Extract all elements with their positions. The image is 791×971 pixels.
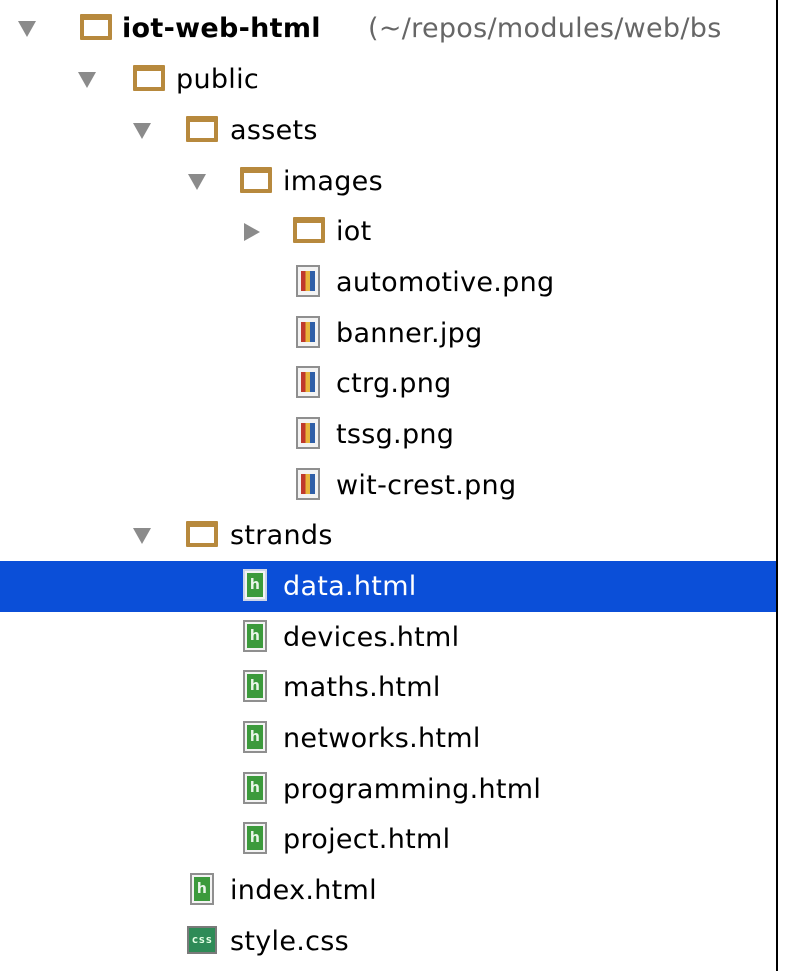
folder-label-iot: iot bbox=[336, 216, 372, 247]
html-file-icon bbox=[243, 569, 267, 601]
tree-row-devices[interactable]: devices.html bbox=[0, 612, 776, 663]
folder-icon bbox=[186, 116, 218, 142]
file-label-maths: maths.html bbox=[283, 672, 441, 703]
html-file-icon bbox=[190, 873, 214, 905]
folder-icon bbox=[293, 217, 325, 243]
html-file-icon bbox=[243, 670, 267, 702]
tree-row-index[interactable]: index.html bbox=[0, 865, 776, 916]
root-path-label: (~/repos/modules/web/bs bbox=[368, 13, 722, 44]
html-file-icon bbox=[243, 772, 267, 804]
tree-row-images[interactable]: images bbox=[0, 156, 776, 207]
folder-icon bbox=[80, 14, 112, 40]
triangle-right-icon[interactable] bbox=[244, 223, 260, 241]
tree-row-networks[interactable]: networks.html bbox=[0, 713, 776, 764]
triangle-down-icon[interactable] bbox=[133, 528, 151, 544]
file-label-automotive: automotive.png bbox=[336, 267, 555, 298]
file-label-devices: devices.html bbox=[283, 622, 460, 653]
html-file-icon bbox=[243, 620, 267, 652]
tree-row-maths[interactable]: maths.html bbox=[0, 662, 776, 713]
file-label-banner: banner.jpg bbox=[336, 318, 483, 349]
triangle-down-icon[interactable] bbox=[18, 21, 36, 37]
file-label-wit-crest: wit-crest.png bbox=[336, 470, 517, 501]
tree-row-automotive[interactable]: automotive.png bbox=[0, 257, 776, 308]
css-file-icon: css bbox=[187, 926, 217, 954]
folder-label-strands: strands bbox=[230, 520, 333, 551]
tree-row-style[interactable]: css style.css bbox=[0, 916, 776, 967]
project-tree: iot-web-html (~/repos/modules/web/bs pub… bbox=[0, 0, 778, 971]
image-file-icon bbox=[296, 316, 320, 348]
tree-row-banner[interactable]: banner.jpg bbox=[0, 308, 776, 359]
tree-row-iot[interactable]: iot bbox=[0, 206, 776, 257]
folder-icon bbox=[133, 65, 165, 91]
image-file-icon bbox=[296, 366, 320, 398]
tree-row-ctrg[interactable]: ctrg.png bbox=[0, 358, 776, 409]
image-file-icon bbox=[296, 468, 320, 500]
tree-row-programming[interactable]: programming.html bbox=[0, 764, 776, 815]
folder-label-images: images bbox=[283, 166, 383, 197]
tree-row-wit-crest[interactable]: wit-crest.png bbox=[0, 460, 776, 511]
file-label-style: style.css bbox=[230, 926, 350, 957]
tree-row-tssg[interactable]: tssg.png bbox=[0, 409, 776, 460]
triangle-down-icon[interactable] bbox=[188, 174, 206, 190]
file-label-data: data.html bbox=[283, 571, 417, 602]
file-label-networks: networks.html bbox=[283, 723, 481, 754]
triangle-down-icon[interactable] bbox=[133, 123, 151, 139]
folder-label-public: public bbox=[176, 64, 260, 95]
root-folder-label: iot-web-html bbox=[122, 13, 321, 44]
folder-label-assets: assets bbox=[230, 115, 318, 146]
tree-row-data-selected[interactable]: data.html bbox=[0, 561, 776, 612]
file-label-ctrg: ctrg.png bbox=[336, 368, 452, 399]
file-label-project: project.html bbox=[283, 824, 451, 855]
tree-row-public[interactable]: public bbox=[0, 54, 776, 105]
tree-row-strands[interactable]: strands bbox=[0, 510, 776, 561]
html-file-icon bbox=[243, 721, 267, 753]
image-file-icon bbox=[296, 265, 320, 297]
tree-row-project[interactable]: project.html bbox=[0, 814, 776, 865]
image-file-icon bbox=[296, 417, 320, 449]
file-label-tssg: tssg.png bbox=[336, 419, 455, 450]
file-label-index: index.html bbox=[230, 875, 377, 906]
folder-icon bbox=[240, 167, 272, 193]
file-label-programming: programming.html bbox=[283, 774, 542, 805]
triangle-down-icon[interactable] bbox=[78, 72, 96, 88]
tree-row-root[interactable]: iot-web-html (~/repos/modules/web/bs bbox=[0, 3, 776, 54]
html-file-icon bbox=[243, 822, 267, 854]
folder-icon bbox=[186, 521, 218, 547]
tree-row-assets[interactable]: assets bbox=[0, 105, 776, 156]
